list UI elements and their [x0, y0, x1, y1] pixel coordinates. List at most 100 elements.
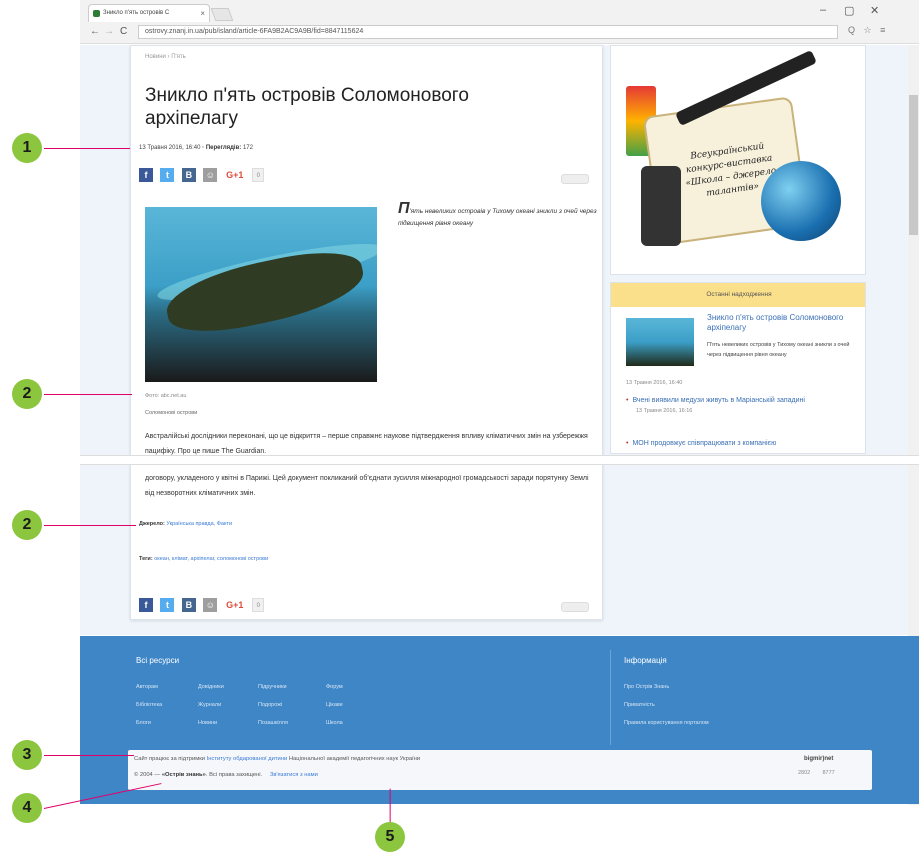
- lead-text: 'ять невеликих островів у Тихому океані …: [398, 208, 597, 227]
- latest-news-thumbnail[interactable]: [626, 318, 694, 366]
- twitter-icon[interactable]: t: [160, 597, 175, 612]
- article-date: 13 Травня 2016, 16:40: [139, 145, 201, 151]
- views-label: Переглядів:: [205, 145, 242, 151]
- article-sources: Джерело: Українська правда, Факти: [139, 521, 232, 527]
- list-item[interactable]: • Вчені виявили медузи живуть в Маріанськ…: [626, 395, 861, 417]
- footer-info-link[interactable]: Приватність: [624, 702, 655, 708]
- footer-link[interactable]: Школа: [326, 720, 343, 726]
- back-icon[interactable]: ←: [90, 26, 100, 37]
- odnoklassniki-icon[interactable]: ☺: [203, 167, 218, 182]
- footer-link[interactable]: Довідники: [198, 684, 224, 690]
- close-window-icon[interactable]: ✕: [870, 4, 879, 17]
- forward-icon[interactable]: →: [104, 26, 114, 37]
- maximize-icon[interactable]: ▢: [844, 4, 854, 17]
- copyright-rest: . Всі права захищені.: [205, 772, 263, 778]
- list-item[interactable]: • МОН продовжує співпрацювати з компанією: [626, 438, 861, 449]
- footer-info-link[interactable]: Про Острів Знань: [624, 684, 669, 690]
- copyright: © 2004 — «Острів знань». Всі права захищ…: [134, 772, 318, 778]
- list-item-date: 13 Травня 2016, 16:16: [636, 408, 693, 414]
- microscope-icon: [641, 166, 681, 246]
- facebook-icon[interactable]: f: [139, 597, 153, 612]
- vk-icon[interactable]: B: [181, 597, 196, 612]
- sources-label: Джерело:: [139, 521, 165, 527]
- counter-stat: 2802: [798, 770, 811, 776]
- counter-stats: 2802 8777: [798, 770, 835, 776]
- facebook-icon[interactable]: f: [139, 167, 153, 182]
- vk-icon[interactable]: B: [181, 167, 196, 182]
- minimize-icon[interactable]: –: [820, 4, 826, 16]
- photo-caption: Соломонові острови: [145, 410, 198, 416]
- page-title: Зникло п'ять островів Соломонового архіп…: [145, 85, 469, 129]
- breadcrumb[interactable]: Новини › П'ять: [145, 54, 186, 60]
- contact-link[interactable]: Зв'язатися з нами: [270, 772, 318, 778]
- credits-text: Сайт працює за підтримки Інституту обдар…: [134, 756, 420, 762]
- credits-suffix: Національної академії педагогічних наук …: [288, 756, 421, 762]
- article-tags: Теги: океан, клімат, архіпелаг, соломоно…: [139, 556, 268, 562]
- article-meta: 13 Травня 2016, 16:40 · Переглядів: 172: [139, 145, 253, 151]
- favicon-icon: [93, 10, 100, 17]
- article-photo: [145, 207, 377, 382]
- odnoklassniki-icon[interactable]: ☺: [203, 597, 218, 612]
- contest-banner[interactable]: Всеукраїнський конкурс-виставка «Школа –…: [610, 45, 866, 275]
- browser-chrome: Зникло п'ять островів С × – ▢ ✕ ← → C os…: [80, 0, 919, 44]
- credits-box: Сайт працює за підтримки Інституту обдар…: [128, 750, 872, 790]
- google-plus-icon[interactable]: G+1: [224, 597, 245, 612]
- list-item-title[interactable]: МОН продовжує співпрацювати з компанією: [632, 440, 776, 447]
- article-card: Новини › П'ять Зникло п'ять островів Сол…: [130, 45, 603, 620]
- reload-icon[interactable]: C: [120, 26, 127, 37]
- views-count: 172: [242, 145, 253, 151]
- share-bar: f t B ☺ G+1 0: [139, 166, 267, 182]
- callout-line: [44, 755, 134, 757]
- counter-logo[interactable]: bigmir)net: [804, 756, 833, 762]
- google-plus-icon[interactable]: G+1: [224, 167, 245, 182]
- latest-news-title[interactable]: Зникло п'ять островів Соломонового архіп…: [707, 313, 857, 333]
- scrollbar-thumb[interactable]: [909, 95, 918, 235]
- close-tab-icon[interactable]: ×: [200, 5, 205, 22]
- share-count: 0: [252, 597, 265, 612]
- footer-link[interactable]: Цікаве: [326, 702, 343, 708]
- callout-marker: 2: [12, 379, 42, 409]
- browser-tab[interactable]: Зникло п'ять островів С ×: [88, 4, 210, 22]
- twitter-icon[interactable]: t: [160, 167, 175, 182]
- footer-link[interactable]: Подорожі: [258, 702, 282, 708]
- tags-links[interactable]: океан, клімат, архіпелаг, соломонові ост…: [154, 556, 268, 562]
- credits-prefix: Сайт працює за підтримки: [134, 756, 205, 762]
- share-count: 0: [252, 167, 265, 182]
- site-footer: Всі ресурси Інформація Авторам Довідники…: [80, 636, 919, 804]
- browser-toolbar-icons[interactable]: Q ☆ ≡: [848, 25, 888, 36]
- globe-icon: [761, 161, 841, 241]
- footer-link[interactable]: Підручники: [258, 684, 287, 690]
- article-lead: П'ять невеликих островів у Тихому океані…: [398, 200, 598, 230]
- photo-credit: Фото: abc.net.au: [145, 393, 187, 399]
- lead-dropcap: П: [398, 200, 410, 217]
- latest-news-panel: Останні надходження Зникло п'ять острові…: [610, 282, 866, 454]
- callout-line: [44, 148, 130, 150]
- sources-link[interactable]: Українська правда, Факти: [166, 521, 232, 527]
- footer-link[interactable]: Блоги: [136, 720, 151, 726]
- share-bar-bottom: f t B ☺ G+1 0: [139, 596, 267, 612]
- footer-link[interactable]: Журнали: [198, 702, 221, 708]
- list-item-title[interactable]: Вчені виявили медузи живуть в Маріанські…: [632, 397, 804, 404]
- tags-label: Теги:: [139, 556, 153, 562]
- address-bar[interactable]: ostrovy.znanj.in.ua/pub/island/article-6…: [138, 25, 838, 39]
- like-button[interactable]: [561, 602, 589, 612]
- footer-info-link[interactable]: Правила користування порталом: [624, 720, 709, 726]
- footer-link[interactable]: Форум: [326, 684, 343, 690]
- new-tab-button[interactable]: [210, 8, 234, 21]
- footer-link[interactable]: Позашкілля: [258, 720, 288, 726]
- callout-line: [44, 394, 132, 396]
- copyright-year: © 2004 —: [134, 772, 161, 778]
- like-button[interactable]: [561, 174, 589, 184]
- callout-marker: 1: [12, 133, 42, 163]
- callout-marker: 3: [12, 740, 42, 770]
- callout-marker: 2: [12, 510, 42, 540]
- footer-link[interactable]: Бібліотека: [136, 702, 162, 708]
- footer-link[interactable]: Авторам: [136, 684, 158, 690]
- footer-link[interactable]: Новини: [198, 720, 217, 726]
- counter-stat: 8777: [822, 770, 835, 776]
- footer-info-title: Інформація: [624, 656, 667, 665]
- copyright-name: «Острів знань»: [161, 772, 206, 778]
- latest-news-desc: П'ять невеликих островів у Тихому океані…: [707, 342, 850, 358]
- institute-link[interactable]: Інституту обдарованої дитини: [207, 756, 288, 762]
- latest-news-header: Останні надходження: [611, 283, 865, 307]
